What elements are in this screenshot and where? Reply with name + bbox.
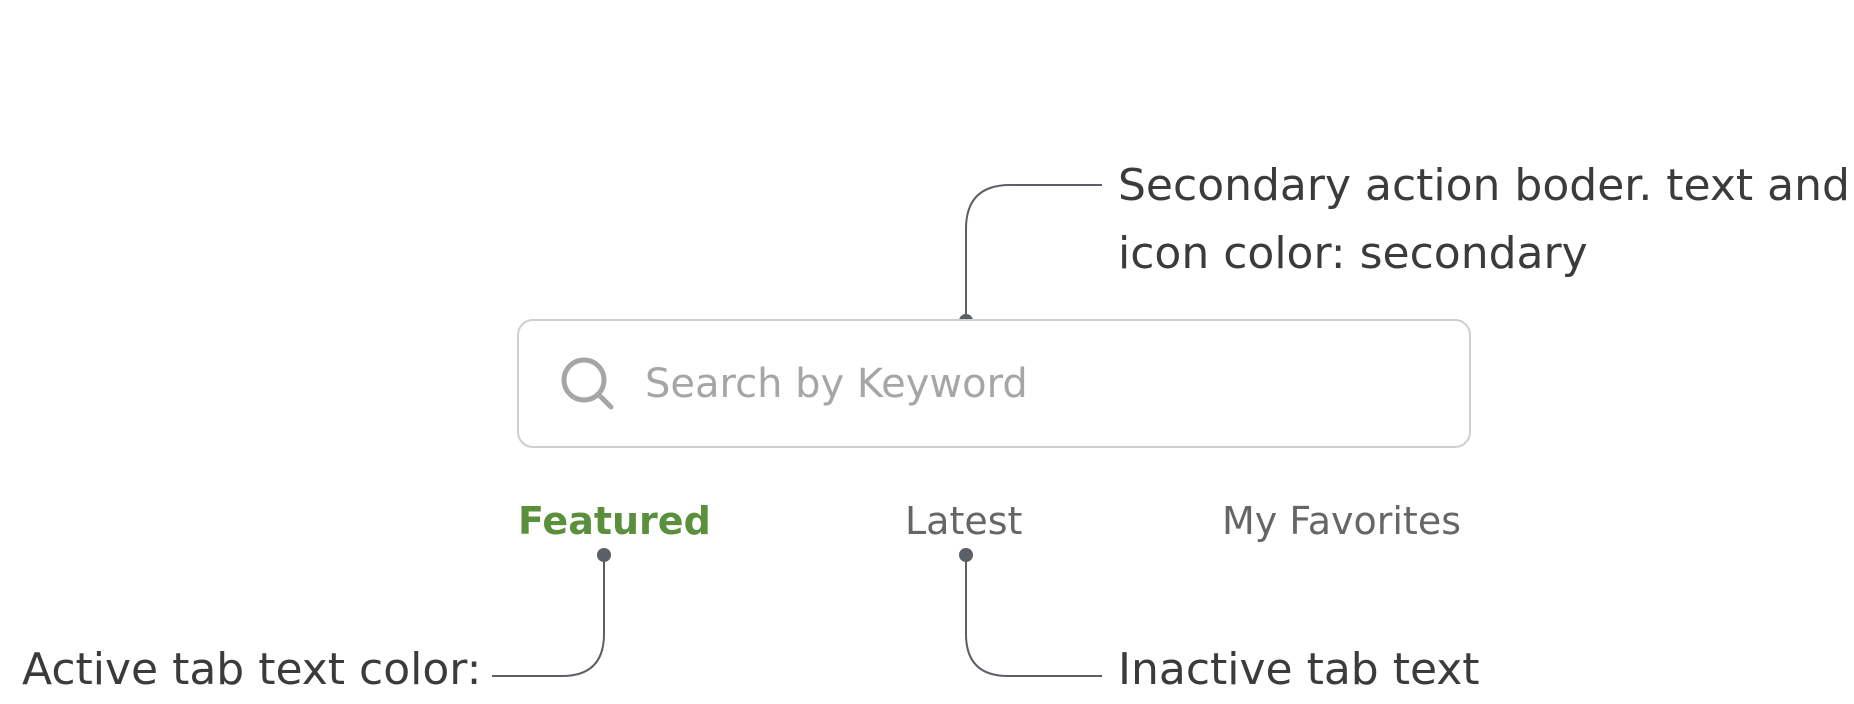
inactive-tab-leader-line: [965, 555, 1102, 677]
search-input[interactable]: [645, 345, 1425, 423]
inactive-tab-leader-dot: [959, 548, 973, 562]
secondary-action-note: Secondary action boder. text and icon co…: [1118, 152, 1850, 288]
secondary-action-note-line-1: Secondary action boder. text and: [1118, 160, 1850, 211]
inactive-tab-note: Inactive tab text: [1118, 644, 1480, 695]
active-tab-leader-line: [492, 555, 605, 677]
search-box[interactable]: [517, 319, 1471, 448]
active-tab-leader-dot: [597, 548, 611, 562]
secondary-action-note-line-2: icon color: secondary: [1118, 228, 1588, 279]
tab-latest[interactable]: Latest: [905, 496, 1022, 546]
search-icon[interactable]: [559, 355, 617, 413]
active-tab-note: Active tab text color:: [22, 644, 482, 695]
annotated-ui-diagram: Featured Latest My Favorites Secondary a…: [0, 0, 1854, 704]
secondary-leader-line: [965, 184, 1102, 321]
tab-my-favorites[interactable]: My Favorites: [1222, 496, 1461, 546]
tab-featured[interactable]: Featured: [518, 496, 711, 546]
